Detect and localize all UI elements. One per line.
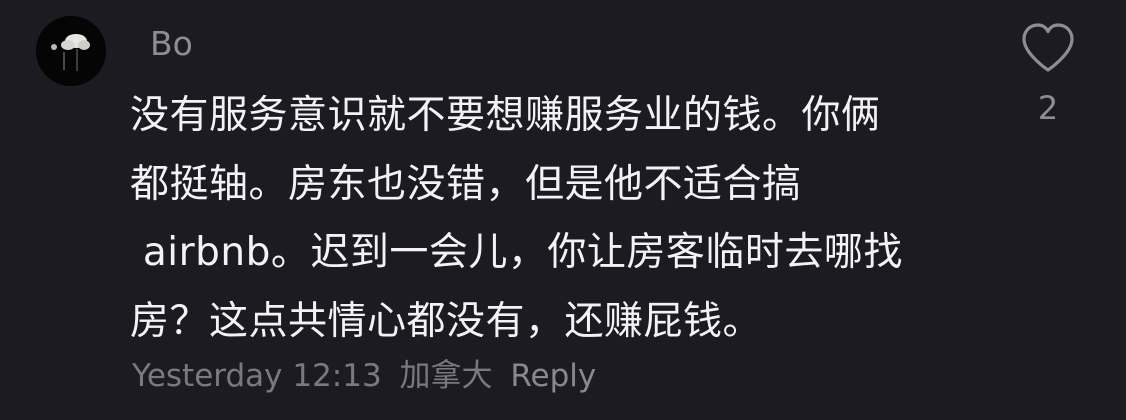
avatar[interactable] — [36, 16, 106, 86]
reply-button[interactable]: Reply — [510, 358, 596, 394]
comment-text: 没有服务意识就不要想赚服务业的钱。你俩 都挺轴。房东也没错，但是他不适合搞 ai… — [130, 82, 960, 356]
comment-text-line: airbnb。迟到一会儿，你让房客临时去哪找 — [130, 230, 903, 275]
comment-text-line: 房？这点共情心都没有，还赚屁钱。 — [130, 298, 763, 344]
comment-item: Bo 没有服务意识就不要想赚服务业的钱。你俩 都挺轴。房东也没错，但是他不适合搞… — [0, 0, 1126, 420]
location-label: 加拿大 — [399, 358, 493, 394]
comment-meta: Yesterday 12:13 加拿大 Reply — [132, 354, 604, 398]
like-count: 2 — [1037, 89, 1059, 127]
like-button[interactable] — [1018, 20, 1078, 76]
comment-text-line: 都挺轴。房东也没错，但是他不适合搞 — [130, 161, 802, 207]
timestamp: Yesterday 12:13 — [132, 358, 382, 394]
heart-outline-icon — [1022, 23, 1074, 72]
username[interactable]: Bo — [150, 24, 193, 64]
comment-text-line: 没有服务意识就不要想赚服务业的钱。你俩 — [130, 93, 881, 138]
avatar-icon — [36, 16, 106, 86]
